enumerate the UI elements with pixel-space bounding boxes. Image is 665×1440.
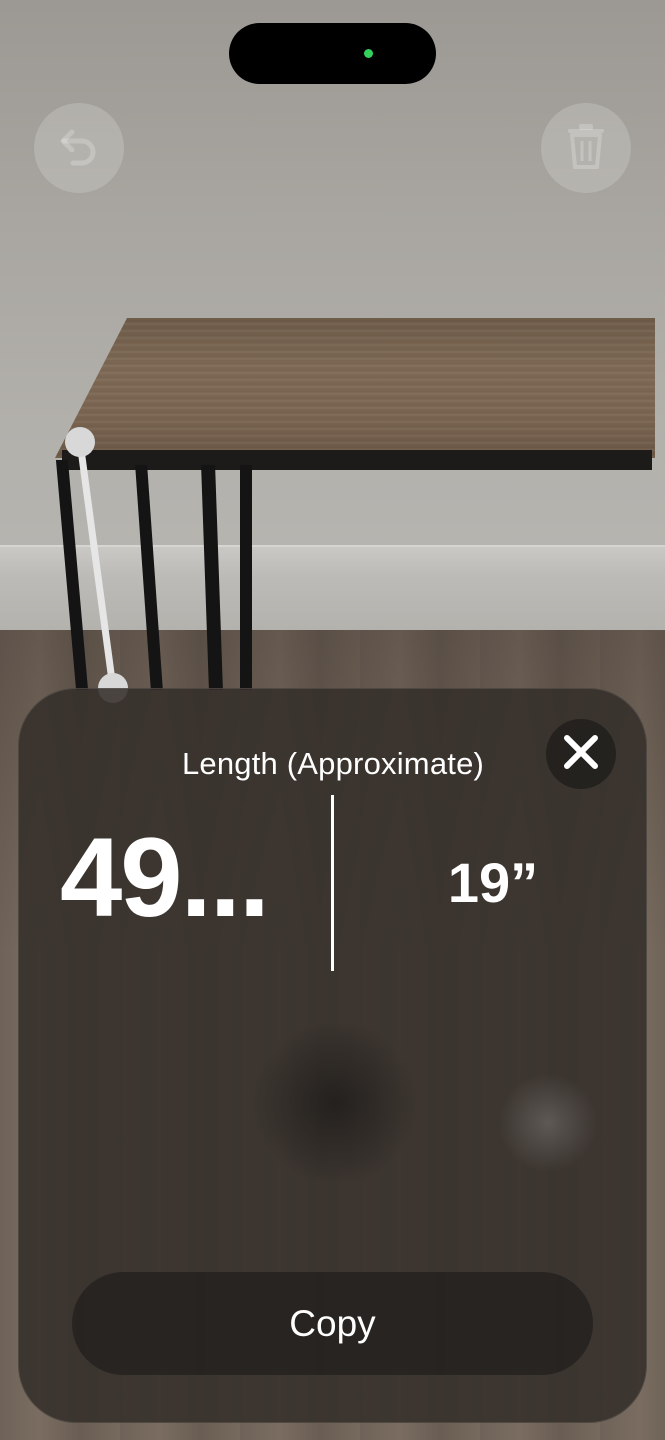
camera-indicator-dot [364,49,373,58]
measure-start-point [65,427,95,457]
clear-button[interactable] [541,103,631,193]
trash-icon [562,121,610,176]
measurement-value-primary: 49... [60,815,270,940]
undo-icon [55,122,103,175]
copy-button[interactable]: Copy [72,1272,593,1375]
close-icon [561,732,601,777]
background-blur-shape [248,1023,423,1183]
panel-title: Length (Approximate) [181,746,485,781]
measurement-result-panel: Length (Approximate) 49... 19” Copy [18,688,647,1423]
dynamic-island [229,23,436,84]
value-divider [331,795,334,971]
background-blur-shape [498,1073,598,1173]
undo-button[interactable] [34,103,124,193]
measurement-value-secondary: 19” [447,851,539,914]
close-button[interactable] [546,719,616,789]
